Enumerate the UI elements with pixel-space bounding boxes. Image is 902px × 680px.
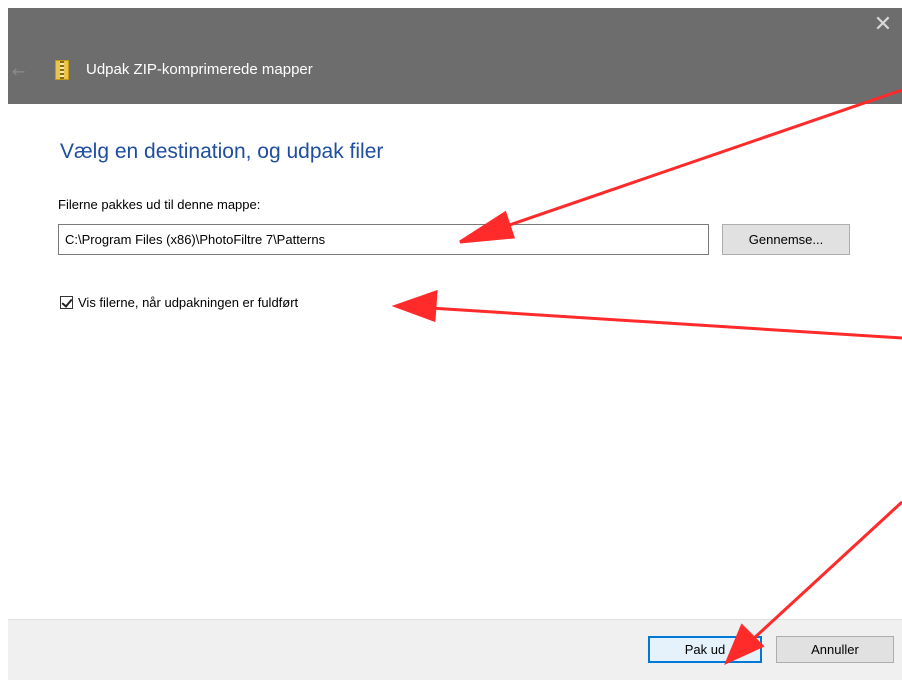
zip-folder-icon [55,60,69,80]
page-heading: Vælg en destination, og udpak filer [60,140,384,163]
cancel-button[interactable]: Annuller [776,636,894,663]
arrow-line-to-path [491,88,902,233]
close-icon[interactable]: ✕ [868,10,898,40]
arrow-head-to-checkbox [391,289,438,323]
arrow-line-to-checkbox [429,306,902,340]
back-arrow-icon[interactable]: ← [12,62,25,81]
extract-button[interactable]: Pak ud [648,636,762,663]
title-bar: ✕ [8,8,902,104]
show-files-option[interactable]: Vis filerne, når udpakningen er fuldført [60,292,298,312]
show-files-checkbox[interactable] [60,295,73,309]
destination-path-input[interactable] [58,224,709,255]
show-files-label: Vis filerne, når udpakningen er fuldført [78,294,299,310]
window-title: Udpak ZIP-komprimerede mapper [86,61,313,78]
browse-button[interactable]: Gennemse... [722,224,850,255]
dialog-footer [8,619,902,680]
destination-label: Filerne pakkes ud til denne mappe: [58,197,261,212]
